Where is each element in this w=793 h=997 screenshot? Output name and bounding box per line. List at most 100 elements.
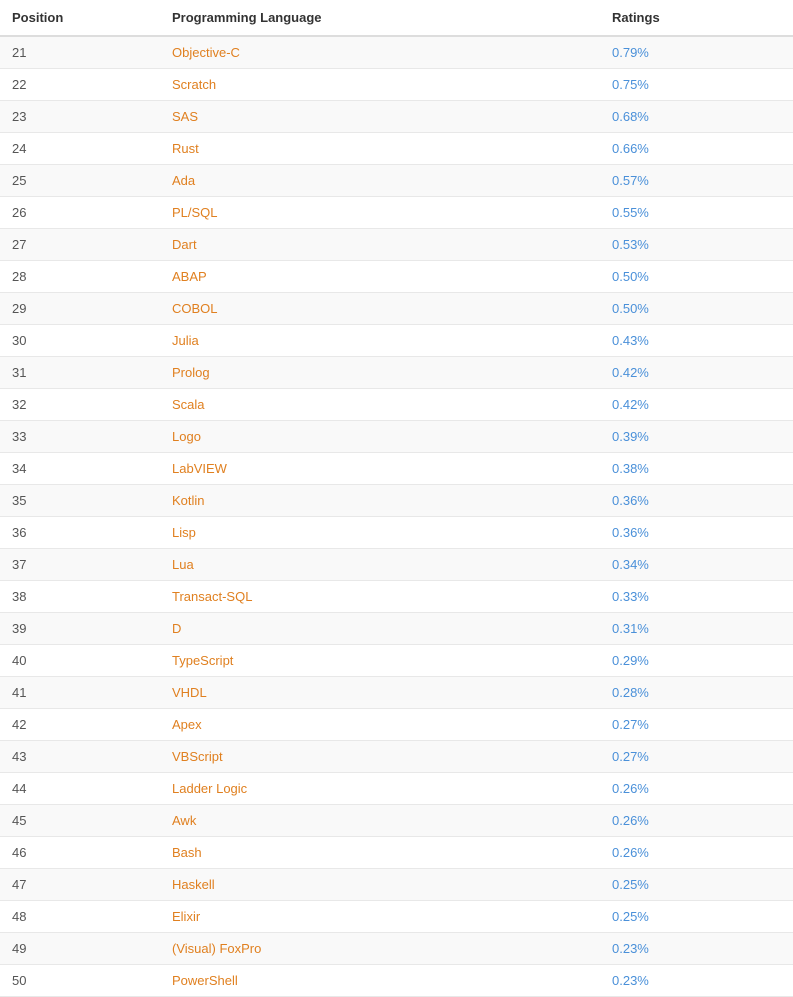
cell-ratings: 0.42% xyxy=(600,389,793,421)
cell-ratings: 0.55% xyxy=(600,197,793,229)
cell-position: 30 xyxy=(0,325,160,357)
cell-language: PowerShell xyxy=(160,965,600,997)
cell-position: 44 xyxy=(0,773,160,805)
cell-ratings: 0.66% xyxy=(600,133,793,165)
table-row: 24Rust0.66% xyxy=(0,133,793,165)
cell-ratings: 0.26% xyxy=(600,837,793,869)
table-row: 40TypeScript0.29% xyxy=(0,645,793,677)
cell-ratings: 0.26% xyxy=(600,773,793,805)
cell-language: D xyxy=(160,613,600,645)
cell-ratings: 0.42% xyxy=(600,357,793,389)
cell-language: Rust xyxy=(160,133,600,165)
cell-position: 40 xyxy=(0,645,160,677)
cell-position: 47 xyxy=(0,869,160,901)
table-row: 27Dart0.53% xyxy=(0,229,793,261)
cell-position: 37 xyxy=(0,549,160,581)
cell-ratings: 0.23% xyxy=(600,933,793,965)
table-row: 23SAS0.68% xyxy=(0,101,793,133)
table-row: 50PowerShell0.23% xyxy=(0,965,793,997)
cell-ratings: 0.26% xyxy=(600,805,793,837)
table-row: 37Lua0.34% xyxy=(0,549,793,581)
table-row: 29COBOL0.50% xyxy=(0,293,793,325)
table-row: 48Elixir0.25% xyxy=(0,901,793,933)
cell-ratings: 0.23% xyxy=(600,965,793,997)
cell-language: COBOL xyxy=(160,293,600,325)
cell-position: 38 xyxy=(0,581,160,613)
header-language: Programming Language xyxy=(160,0,600,36)
table-row: 39D0.31% xyxy=(0,613,793,645)
cell-ratings: 0.36% xyxy=(600,517,793,549)
cell-position: 41 xyxy=(0,677,160,709)
cell-language: Ladder Logic xyxy=(160,773,600,805)
table-row: 30Julia0.43% xyxy=(0,325,793,357)
cell-ratings: 0.75% xyxy=(600,69,793,101)
table-row: 32Scala0.42% xyxy=(0,389,793,421)
cell-ratings: 0.31% xyxy=(600,613,793,645)
cell-position: 23 xyxy=(0,101,160,133)
table-container: Position Programming Language Ratings 21… xyxy=(0,0,793,997)
cell-ratings: 0.57% xyxy=(600,165,793,197)
cell-language: Apex xyxy=(160,709,600,741)
table-row: 46Bash0.26% xyxy=(0,837,793,869)
cell-ratings: 0.25% xyxy=(600,901,793,933)
cell-position: 50 xyxy=(0,965,160,997)
table-row: 31Prolog0.42% xyxy=(0,357,793,389)
cell-position: 45 xyxy=(0,805,160,837)
cell-position: 29 xyxy=(0,293,160,325)
table-row: 25Ada0.57% xyxy=(0,165,793,197)
cell-language: Haskell xyxy=(160,869,600,901)
cell-ratings: 0.25% xyxy=(600,869,793,901)
cell-ratings: 0.34% xyxy=(600,549,793,581)
cell-language: Logo xyxy=(160,421,600,453)
header-position: Position xyxy=(0,0,160,36)
table-row: 38Transact-SQL0.33% xyxy=(0,581,793,613)
cell-position: 27 xyxy=(0,229,160,261)
cell-position: 31 xyxy=(0,357,160,389)
cell-position: 43 xyxy=(0,741,160,773)
cell-language: Scratch xyxy=(160,69,600,101)
cell-ratings: 0.68% xyxy=(600,101,793,133)
cell-ratings: 0.28% xyxy=(600,677,793,709)
cell-language: Lua xyxy=(160,549,600,581)
cell-language: VBScript xyxy=(160,741,600,773)
table-row: 21Objective-C0.79% xyxy=(0,36,793,69)
cell-position: 39 xyxy=(0,613,160,645)
cell-position: 46 xyxy=(0,837,160,869)
cell-position: 26 xyxy=(0,197,160,229)
rankings-table: Position Programming Language Ratings 21… xyxy=(0,0,793,997)
cell-ratings: 0.79% xyxy=(600,36,793,69)
cell-ratings: 0.50% xyxy=(600,261,793,293)
cell-language: Ada xyxy=(160,165,600,197)
cell-ratings: 0.27% xyxy=(600,709,793,741)
cell-position: 21 xyxy=(0,36,160,69)
cell-position: 49 xyxy=(0,933,160,965)
cell-language: Awk xyxy=(160,805,600,837)
cell-ratings: 0.33% xyxy=(600,581,793,613)
cell-position: 48 xyxy=(0,901,160,933)
cell-ratings: 0.39% xyxy=(600,421,793,453)
cell-language: Scala xyxy=(160,389,600,421)
cell-language: Lisp xyxy=(160,517,600,549)
cell-ratings: 0.36% xyxy=(600,485,793,517)
table-row: 26PL/SQL0.55% xyxy=(0,197,793,229)
cell-position: 34 xyxy=(0,453,160,485)
cell-language: Elixir xyxy=(160,901,600,933)
cell-language: SAS xyxy=(160,101,600,133)
cell-position: 24 xyxy=(0,133,160,165)
cell-position: 22 xyxy=(0,69,160,101)
cell-language: Prolog xyxy=(160,357,600,389)
table-row: 47Haskell0.25% xyxy=(0,869,793,901)
table-row: 22Scratch0.75% xyxy=(0,69,793,101)
cell-position: 33 xyxy=(0,421,160,453)
table-row: 43VBScript0.27% xyxy=(0,741,793,773)
table-row: 34LabVIEW0.38% xyxy=(0,453,793,485)
cell-language: Julia xyxy=(160,325,600,357)
cell-language: TypeScript xyxy=(160,645,600,677)
cell-language: ABAP xyxy=(160,261,600,293)
cell-ratings: 0.29% xyxy=(600,645,793,677)
table-row: 41VHDL0.28% xyxy=(0,677,793,709)
table-row: 33Logo0.39% xyxy=(0,421,793,453)
cell-language: (Visual) FoxPro xyxy=(160,933,600,965)
cell-position: 25 xyxy=(0,165,160,197)
cell-position: 36 xyxy=(0,517,160,549)
